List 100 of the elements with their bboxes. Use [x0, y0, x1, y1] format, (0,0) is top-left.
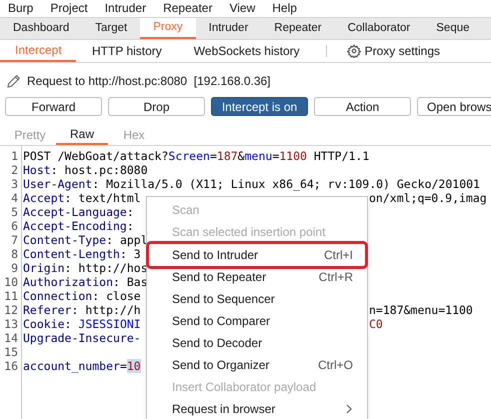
toolbar-button[interactable]: Intercept is on: [211, 97, 308, 116]
toolbar-button[interactable]: Drop: [108, 97, 205, 116]
menu-item-label: Scan: [172, 202, 200, 219]
code-token: :: [126, 219, 134, 233]
menu-item[interactable]: Send to Comparer: [149, 310, 365, 332]
code-token: : close: [92, 289, 141, 303]
code-token: C0: [369, 317, 383, 331]
line-number: 8: [10, 247, 19, 261]
code-token: User-Agent: [23, 177, 92, 191]
line-number: 11: [3, 289, 19, 303]
code-token: Authorization: [23, 275, 114, 289]
code-token: Referer: [23, 303, 72, 317]
code-token: &: [238, 149, 245, 163]
tab[interactable]: Dashboard: [0, 18, 82, 39]
line-number: 1: [10, 149, 19, 163]
shortcut-label: Ctrl+I: [324, 247, 353, 264]
menu-item[interactable]: Project: [50, 0, 88, 17]
menu-item-label: Send to Sequencer: [172, 291, 275, 308]
code-token: : Bas: [113, 275, 148, 289]
code-token: menu: [244, 149, 272, 163]
menu-item[interactable]: View: [229, 0, 256, 17]
code-token: :: [126, 205, 134, 219]
menu-item[interactable]: Send to Sequencer: [149, 288, 365, 310]
code-token: : text/html: [64, 191, 141, 205]
tab[interactable]: Intruder: [196, 18, 262, 39]
code-token: Accept-Language: [23, 205, 127, 219]
toolbar-button[interactable]: Forward: [5, 97, 102, 116]
line-number: 5: [10, 205, 19, 219]
settings-icon: [346, 44, 361, 58]
code-token: 1100: [279, 149, 307, 163]
code-token: Content-Length: [23, 247, 120, 261]
line-number: 4: [10, 191, 19, 205]
menu-item-label: Insert Collaborator payload: [172, 379, 316, 396]
menu-item-label: Send to Organizer: [172, 357, 270, 374]
toolbar-button[interactable]: Open brows: [417, 97, 491, 116]
code-token: Upgrade-Insecure-: [23, 331, 141, 345]
menu-item[interactable]: Send to Organizer Ctrl+O: [149, 354, 365, 376]
code-token: : appl: [106, 233, 148, 247]
menu-item[interactable]: Send to Intruder Ctrl+I: [149, 244, 365, 266]
line-number: 9: [10, 261, 19, 275]
tab[interactable]: Repeater: [261, 18, 335, 39]
menu-item[interactable]: Request in browser: [149, 398, 365, 419]
line-number: 12: [3, 303, 19, 317]
line-number: 6: [10, 219, 19, 233]
tab[interactable]: Collaborator: [334, 18, 424, 39]
menu-item[interactable]: Send to Repeater Ctrl+R: [149, 266, 365, 288]
menu-item[interactable]: Burp: [8, 0, 34, 17]
menu-item[interactable]: Repeater: [163, 0, 212, 17]
code-token: =: [120, 359, 127, 373]
code-token: POST /WebGoat/attack?: [23, 149, 168, 163]
code-token: on/xml;q=0.9,imag: [369, 191, 487, 205]
shortcut-label: Ctrl+O: [318, 357, 353, 374]
code-token: : host.pc:8080: [50, 163, 148, 177]
code-token: Accept: [23, 191, 65, 205]
code-token: : 3: [120, 247, 141, 261]
tab[interactable]: WebSockets history: [178, 40, 316, 62]
request-info: Request to http://host.pc:8080 [192.168.0.36]: [27, 73, 271, 90]
code-token: Host: [23, 163, 51, 177]
code-token: Content-Type: [23, 233, 106, 247]
line-number: 15: [3, 345, 19, 359]
line-number: 10: [3, 275, 19, 289]
code-token: Screen: [168, 149, 210, 163]
code-token: Connection: [23, 289, 92, 303]
code-token: =: [210, 149, 217, 163]
code-token: : http://h: [71, 303, 141, 317]
menu-item-label: Send to Repeater: [172, 269, 266, 286]
menu-item[interactable]: Help: [272, 0, 297, 17]
line-number: 13: [3, 317, 19, 331]
code-token: HTTP/1.1: [312, 149, 370, 163]
line-number: 3: [10, 177, 19, 191]
menu-item[interactable]: Intruder: [104, 0, 146, 17]
code-token: Origin: [23, 261, 65, 275]
code-token: 10: [126, 359, 141, 373]
code-token: Cookie: [23, 317, 65, 331]
code-token: =: [272, 149, 280, 163]
line-number: 14: [3, 331, 19, 345]
shortcut-label: Ctrl+R: [318, 269, 353, 286]
code-token: Accept-Encoding: [23, 219, 127, 233]
line-number: 16: [3, 359, 19, 373]
pencil-icon: [6, 73, 22, 89]
code-token: 187: [216, 149, 238, 163]
menu-item-label: Send to Decoder: [172, 335, 262, 352]
toolbar-button[interactable]: Action: [314, 97, 411, 116]
menu-item-label: Send to Intruder: [172, 247, 258, 264]
menu-item[interactable]: Send to Decoder: [149, 332, 365, 354]
tab[interactable]: Seque: [423, 18, 483, 39]
menu-item-label: Request in browser: [172, 401, 276, 418]
tab[interactable]: HTTP history: [76, 40, 178, 62]
line-number: 2: [10, 163, 19, 177]
line-number: 7: [10, 233, 19, 247]
code-token: :: [64, 317, 72, 331]
code-token: : Mozilla/5.0 (X11; Linux x86_64; rv:109.0) Gecko/201001: [92, 177, 480, 191]
code-token: n=187&menu=1100: [369, 303, 473, 317]
code-token: account_number: [23, 359, 120, 373]
tab[interactable]: Target: [82, 18, 140, 39]
menu-item-label: Send to Comparer: [172, 313, 270, 330]
proxy-settings-button[interactable]: Proxy settings: [336, 40, 450, 62]
chevron-right-icon: [346, 404, 353, 414]
tab[interactable]: Raw: [56, 124, 108, 145]
menu-item-label: Scan selected insertion point: [172, 224, 326, 241]
